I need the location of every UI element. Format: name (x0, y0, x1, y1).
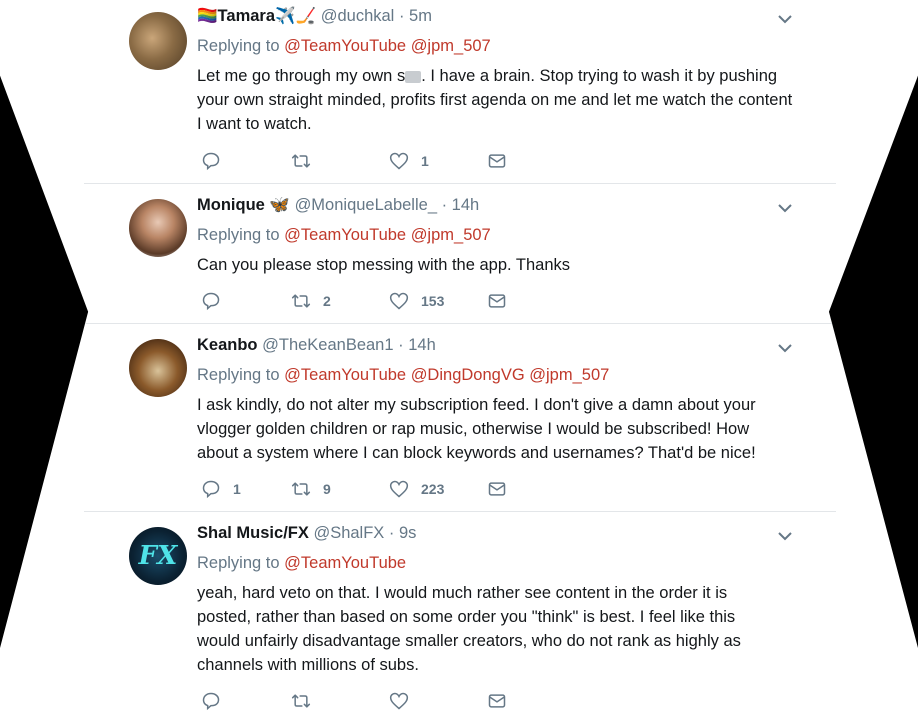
reply-button[interactable]: 1 (201, 478, 241, 500)
heart-icon (389, 152, 409, 170)
mention-link[interactable]: @jpm_507 (529, 366, 609, 384)
timestamp[interactable]: · 9s (389, 524, 417, 542)
tweet-text: Can you please stop messing with the app… (197, 256, 570, 274)
reply-button[interactable] (201, 290, 233, 312)
replying-to: Replying to @TeamYouTube @jpm_507 (197, 226, 491, 245)
name-emoji: 🦋 (269, 196, 290, 214)
tweet-actions: 1 (197, 150, 597, 172)
retweet-icon (291, 482, 311, 496)
mention-link[interactable]: @TeamYouTube (284, 226, 406, 244)
chevron-down-icon[interactable] (776, 339, 794, 357)
retweet-button[interactable] (291, 690, 323, 712)
reply-button[interactable] (201, 150, 233, 172)
retweet-count: 9 (323, 481, 331, 497)
like-button[interactable]: 223 (389, 478, 444, 500)
like-count: 1 (421, 153, 429, 169)
tweet-actions: 1 9 223 (197, 478, 597, 500)
replying-label: Replying to (197, 226, 280, 244)
avatar-logo-text: FX (138, 541, 178, 571)
reply-icon (202, 692, 220, 711)
tweet-header: Shal Music/FX @ShalFX · 9s (197, 524, 416, 543)
censored-blur (405, 70, 422, 83)
retweet-icon (291, 694, 311, 708)
replying-to: Replying to @TeamYouTube (197, 554, 406, 573)
dm-button[interactable] (487, 690, 507, 712)
retweet-button[interactable]: 2 (291, 290, 331, 312)
reply-icon (202, 480, 220, 499)
like-button[interactable]: 153 (389, 290, 444, 312)
tweet[interactable]: 🏳️‍🌈Tamara✈️🏒 @duchkal · 5m Replying to … (84, 0, 836, 183)
tweet-text: I ask kindly, do not alter my subscripti… (197, 396, 756, 462)
handle[interactable]: @TheKeanBean1 (262, 336, 393, 354)
display-name[interactable]: Shal Music/FX (197, 524, 309, 542)
mention-link[interactable]: @jpm_507 (411, 226, 491, 244)
retweet-icon (291, 294, 311, 308)
replying-to: Replying to @TeamYouTube @jpm_507 (197, 37, 491, 56)
avatar[interactable]: FX (129, 527, 187, 585)
mail-icon (488, 694, 506, 708)
retweet-button[interactable]: 9 (291, 478, 331, 500)
avatar[interactable] (129, 12, 187, 70)
mention-link[interactable]: @jpm_507 (411, 37, 491, 55)
tweet[interactable]: Monique 🦋 @MoniqueLabelle_ · 14h Replyin… (84, 183, 836, 323)
tweet[interactable]: FX Shal Music/FX @ShalFX · 9s Replying t… (84, 511, 836, 720)
like-button[interactable]: 1 (389, 150, 429, 172)
reply-icon (202, 292, 220, 311)
replying-to: Replying to @TeamYouTube @DingDongVG @jp… (197, 366, 609, 385)
chevron-down-icon[interactable] (776, 199, 794, 217)
replying-label: Replying to (197, 554, 280, 572)
reply-count: 1 (233, 481, 241, 497)
dm-button[interactable] (487, 150, 507, 172)
retweet-icon (291, 154, 311, 168)
chevron-down-icon[interactable] (776, 10, 794, 28)
mention-link[interactable]: @TeamYouTube (284, 554, 406, 572)
mail-icon (488, 154, 506, 168)
dm-button[interactable] (487, 290, 507, 312)
like-count: 223 (421, 481, 445, 497)
tweet-actions (197, 690, 597, 712)
like-count: 153 (421, 293, 445, 309)
handle[interactable]: @duchkal (321, 7, 395, 25)
timestamp[interactable]: · 14h (442, 196, 480, 214)
display-name[interactable]: Monique (197, 196, 265, 214)
tweet-actions: 2 153 (197, 290, 597, 312)
dm-button[interactable] (487, 478, 507, 500)
handle[interactable]: @ShalFX (313, 524, 384, 542)
heart-icon (389, 692, 409, 710)
timestamp[interactable]: · 5m (399, 7, 432, 25)
mention-link[interactable]: @TeamYouTube (284, 366, 406, 384)
heart-icon (389, 480, 409, 498)
name-emoji: ✈️🏒 (275, 7, 317, 25)
tweet[interactable]: Keanbo @TheKeanBean1 · 14h Replying to @… (84, 323, 836, 511)
display-name[interactable]: Keanbo (197, 336, 258, 354)
timestamp[interactable]: · 14h (398, 336, 436, 354)
replying-label: Replying to (197, 37, 280, 55)
tweet-text-part: Let me go through my own s (197, 67, 406, 85)
mention-link[interactable]: @DingDongVG (411, 366, 525, 384)
tweet-header: Keanbo @TheKeanBean1 · 14h (197, 336, 436, 355)
mention-link[interactable]: @TeamYouTube (284, 37, 406, 55)
heart-icon (389, 292, 409, 310)
tweet-header: Monique 🦋 @MoniqueLabelle_ · 14h (197, 196, 479, 215)
tweet-text: Let me go through my own s. I have a bra… (197, 64, 797, 136)
pride-flag-emoji: 🏳️‍🌈 (197, 7, 218, 25)
mail-icon (488, 482, 506, 496)
avatar[interactable] (129, 339, 187, 397)
retweet-count: 2 (323, 293, 331, 309)
tweet-text: yeah, hard veto on that. I would much ra… (197, 584, 741, 674)
handle[interactable]: @MoniqueLabelle_ (295, 196, 437, 214)
mail-icon (488, 294, 506, 308)
chevron-down-icon[interactable] (776, 527, 794, 545)
avatar[interactable] (129, 199, 187, 257)
reply-icon (202, 152, 220, 171)
tweet-header: 🏳️‍🌈Tamara✈️🏒 @duchkal · 5m (197, 7, 432, 26)
like-button[interactable] (389, 690, 421, 712)
replying-label: Replying to (197, 366, 280, 384)
display-name[interactable]: Tamara (218, 7, 275, 25)
tweet-thread-panel: 🏳️‍🌈Tamara✈️🏒 @duchkal · 5m Replying to … (0, 0, 918, 720)
reply-button[interactable] (201, 690, 233, 712)
retweet-button[interactable] (291, 150, 323, 172)
